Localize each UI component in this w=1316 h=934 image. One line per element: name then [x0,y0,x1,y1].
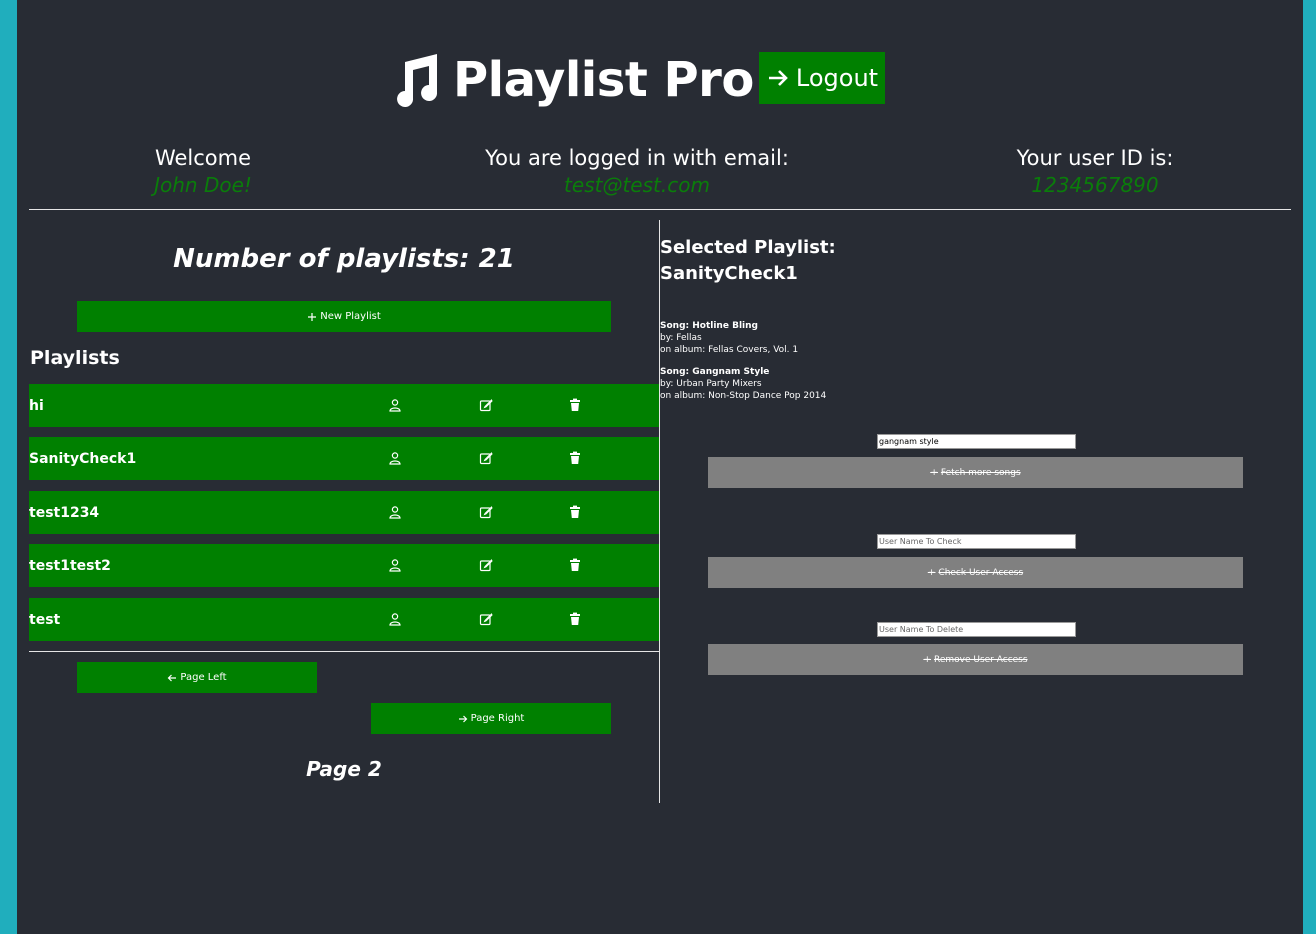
trash-icon[interactable] [568,398,582,412]
page-left-label: Page Left [180,672,227,683]
trash-icon[interactable] [568,612,582,626]
user-name: John Doe! [154,173,252,197]
song-item: Song: Hotline Bling by: Fellas on album:… [660,320,798,356]
playlist-row[interactable]: SanityCheck1 [29,437,659,480]
page-right-label: Page Right [470,713,525,724]
playlist-row[interactable]: test1234 [29,491,659,534]
page-indicator: Page 2 [306,757,382,781]
selected-playlist: Selected Playlist: SanityCheck1 [660,235,836,287]
page-right-button[interactable]: Page Right [371,703,611,734]
plus-icon: + [927,567,936,578]
plus-icon [308,312,317,321]
user-icon[interactable] [388,505,402,519]
edit-icon[interactable] [479,398,493,412]
user-icon[interactable] [388,558,402,572]
playlist-name: test [29,611,61,628]
app-title: Playlist Pro [453,52,754,108]
edit-icon[interactable] [479,612,493,626]
new-playlist-label: New Playlist [320,311,381,322]
user-id: 1234567890 [1031,173,1159,197]
song-artist: by: Urban Party Mixers [660,379,762,389]
fetch-more-songs-button[interactable]: + Fetch more songs [708,457,1243,488]
email-block: You are logged in with email: test@test.… [467,145,807,199]
brand: Playlist Pro [387,50,754,110]
arrow-left-icon [168,674,177,681]
trash-icon[interactable] [568,558,582,572]
delete-user-input[interactable] [877,622,1076,637]
trash-icon[interactable] [568,451,582,465]
new-playlist-button[interactable]: New Playlist [77,301,611,332]
list-divider [29,651,659,652]
selected-playlist-label: Selected Playlist: [660,237,836,258]
header-divider [29,209,1291,210]
playlist-name: hi [29,397,44,414]
logout-label: Logout [795,64,879,92]
user-icon[interactable] [388,398,402,412]
email-label: You are logged in with email: [485,146,789,170]
logout-button[interactable]: Logout [759,52,885,104]
song-search-input[interactable] [877,434,1076,449]
arrow-right-icon [768,70,788,86]
welcome-block: Welcome John Doe! [117,145,289,199]
selected-playlist-name: SanityCheck1 [660,263,798,284]
plus-icon: + [930,467,938,478]
song-album: on album: Fellas Covers, Vol. 1 [660,345,799,355]
check-user-input[interactable] [877,534,1076,549]
playlist-name: SanityCheck1 [29,450,137,467]
check-user-access-button[interactable]: + Check User Access [708,557,1243,588]
playlist-row[interactable]: test [29,598,659,641]
user-email: test@test.com [564,173,710,197]
page-left-button[interactable]: Page Left [77,662,317,693]
edit-icon[interactable] [479,451,493,465]
song-item: Song: Gangnam Style by: Urban Party Mixe… [660,366,826,402]
user-id-label: Your user ID is: [1016,146,1174,170]
app-frame: Playlist Pro Logout Welcome John Doe! Yo… [17,0,1303,934]
user-icon[interactable] [388,451,402,465]
fetch-more-songs-label: Fetch more songs [940,467,1021,478]
arrow-right-icon [458,715,467,722]
playlist-row[interactable]: test1test2 [29,544,659,587]
playlists-heading: Playlists [30,347,120,369]
playlist-name: test1234 [29,504,100,521]
check-user-access-label: Check User Access [938,567,1024,578]
user-icon[interactable] [388,612,402,626]
edit-icon[interactable] [479,505,493,519]
column-divider [659,220,660,803]
playlist-row[interactable]: hi [29,384,659,427]
playlist-count: Number of playlists: 21 [173,244,515,274]
song-artist: by: Fellas [660,333,702,343]
remove-user-access-button[interactable]: + Remove User Access [708,644,1243,675]
remove-user-access-label: Remove User Access [933,654,1028,665]
playlist-name: test1test2 [29,557,111,574]
edit-icon[interactable] [479,558,493,572]
welcome-label: Welcome [154,146,252,170]
song-title: Song: Gangnam Style [660,367,770,377]
music-note-icon [397,54,438,107]
trash-icon[interactable] [568,505,582,519]
plus-icon: + [923,654,931,665]
song-album: on album: Non-Stop Dance Pop 2014 [660,391,827,401]
song-title: Song: Hotline Bling [660,321,758,331]
user-id-block: Your user ID is: 1234567890 [997,145,1193,199]
